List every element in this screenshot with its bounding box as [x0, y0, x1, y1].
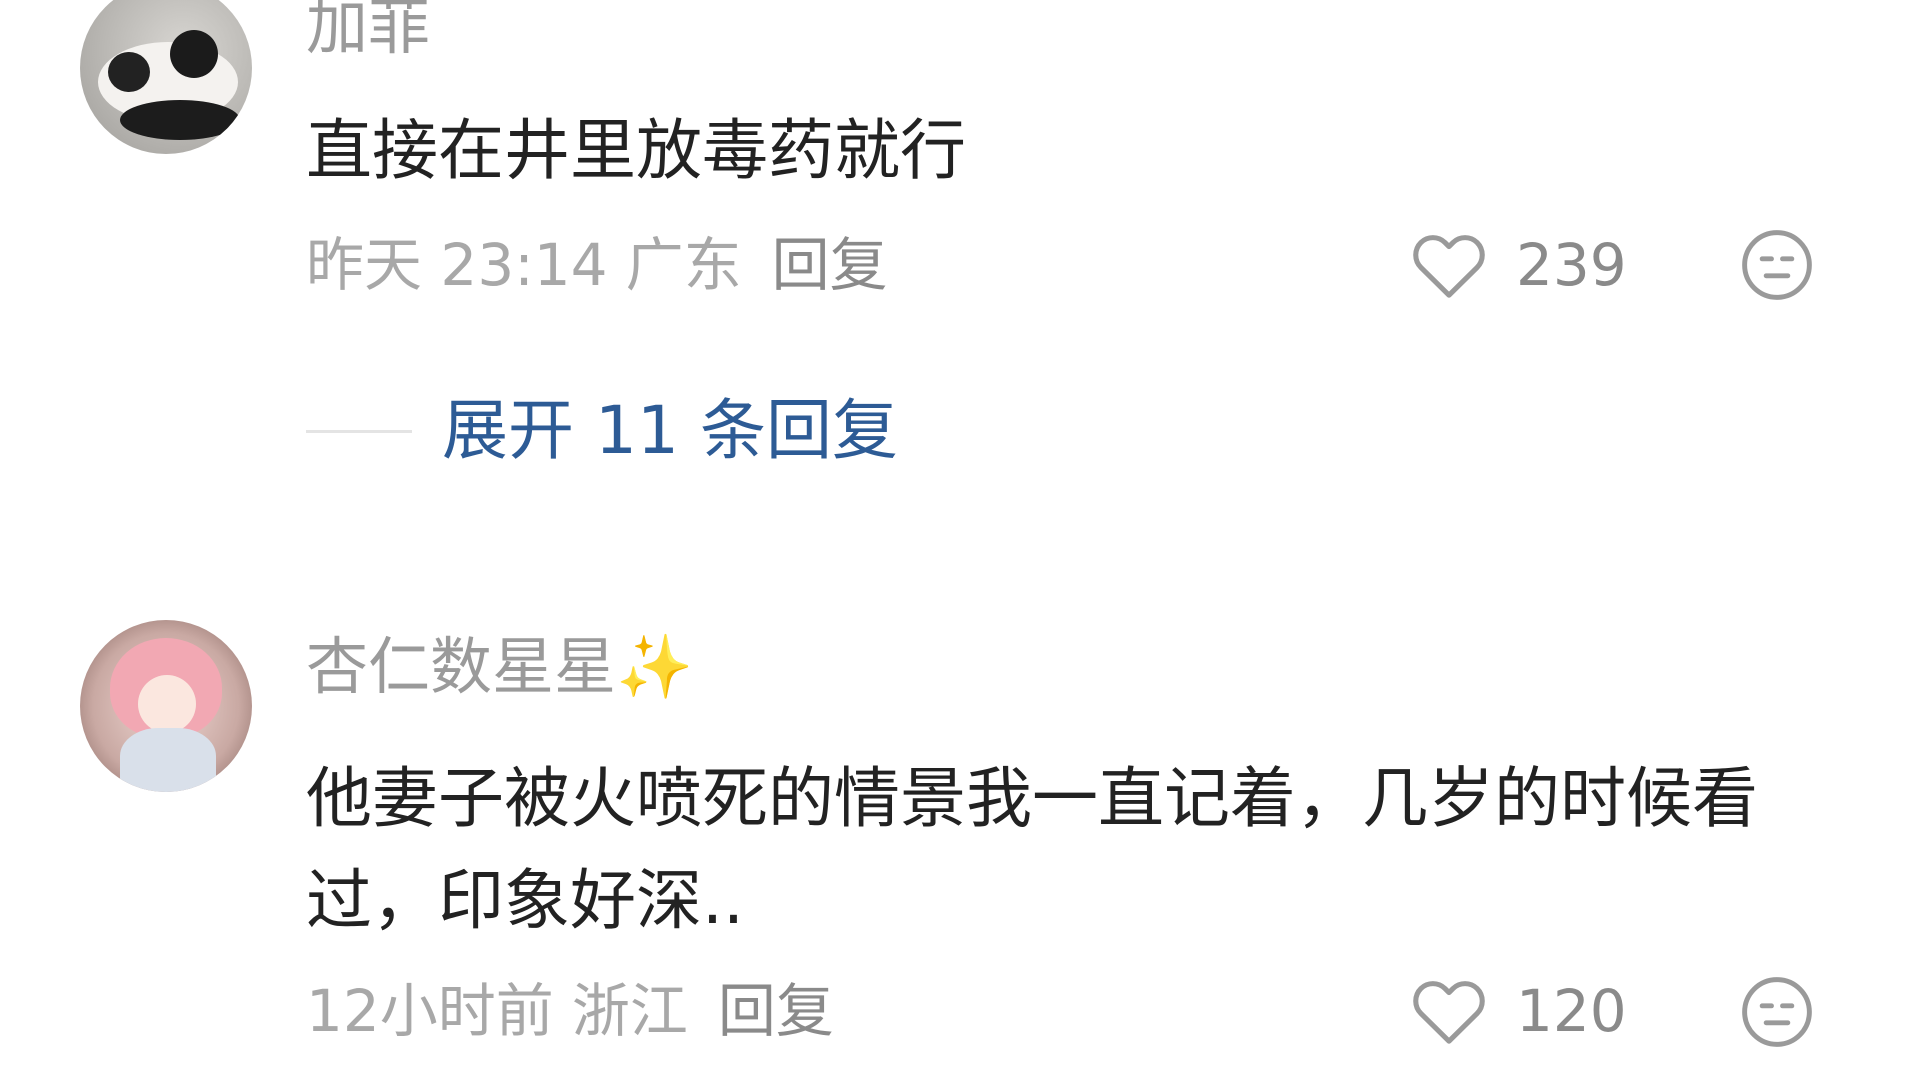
- avatar-panda-ear: [170, 30, 218, 78]
- like-count: 120: [1516, 977, 1627, 1045]
- sparkle-emoji: ✨: [616, 630, 694, 703]
- heart-outline-icon: [1413, 235, 1485, 298]
- reply-button[interactable]: 回复: [772, 231, 888, 299]
- neutral-face-icon[interactable]: [1740, 975, 1814, 1049]
- neutral-face-icon[interactable]: [1740, 228, 1814, 302]
- avatar[interactable]: [80, 620, 252, 792]
- like-button[interactable]: 239: [1410, 230, 1627, 300]
- avatar-doll-dress: [120, 728, 216, 792]
- reply-button[interactable]: 回复: [718, 977, 834, 1045]
- avatar-panda-patch: [120, 100, 240, 140]
- expand-replies-button[interactable]: 展开 11 条回复: [306, 398, 898, 464]
- comment-text: 直接在井里放毒药就行: [306, 112, 966, 189]
- heart-outline-icon: [1413, 981, 1485, 1044]
- comment-username[interactable]: 加菲: [306, 0, 430, 58]
- avatar[interactable]: [80, 0, 252, 154]
- comment-region: 广东: [625, 231, 742, 299]
- comment-region: 浙江: [571, 977, 688, 1045]
- avatar-panda-ear: [108, 52, 150, 92]
- comment-time: 12小时前: [306, 977, 554, 1045]
- comment-meta: 12小时前 浙江 回复: [306, 982, 834, 1040]
- expand-replies-label: 展开 11 条回复: [442, 392, 898, 469]
- username-text: 杏仁数星星: [306, 630, 617, 703]
- like-button[interactable]: 120: [1410, 976, 1627, 1046]
- divider: [306, 429, 412, 433]
- like-count: 239: [1516, 231, 1627, 299]
- comment-item: 加菲 直接在井里放毒药就行 昨天 23:14 广东 回复 239 展开 11 条回复: [0, 0, 1920, 500]
- comment-text: 他妻子被火喷死的情景我一直记着，几岁的时候看过，印象好深..: [306, 760, 1758, 939]
- comment-meta: 昨天 23:14 广东 回复: [306, 236, 888, 294]
- comment-time: 昨天 23:14: [306, 231, 608, 299]
- comment-username[interactable]: 杏仁数星星✨: [306, 636, 693, 698]
- avatar-doll-face: [138, 675, 196, 733]
